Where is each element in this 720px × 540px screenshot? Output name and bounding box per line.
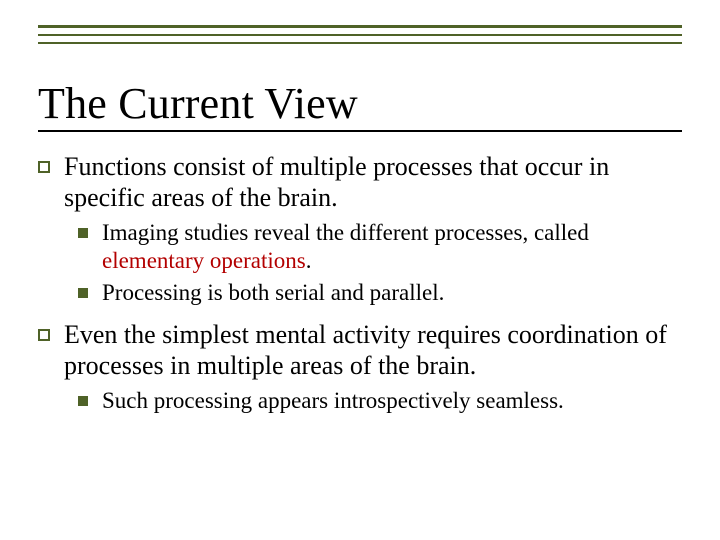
filled-square-icon xyxy=(78,396,88,406)
rule-line xyxy=(38,34,682,36)
emphasis-text: elementary operations xyxy=(102,248,306,273)
list-item: Functions consist of multiple processes … xyxy=(38,152,694,213)
rule-line xyxy=(38,25,682,28)
hollow-square-icon xyxy=(38,161,50,173)
list-item: Imaging studies reveal the different pro… xyxy=(78,219,694,274)
list-item-text: Such processing appears introspectively … xyxy=(102,387,564,415)
filled-square-icon xyxy=(78,288,88,298)
list-item: Such processing appears introspectively … xyxy=(78,387,694,415)
text-run: Imaging studies reveal the different pro… xyxy=(102,220,589,245)
list-item: Even the simplest mental activity requir… xyxy=(38,320,694,381)
text-run: Processing is both serial and parallel. xyxy=(102,280,444,305)
sub-list: Such processing appears introspectively … xyxy=(38,387,694,415)
filled-square-icon xyxy=(78,228,88,238)
title-underline xyxy=(38,130,682,132)
slide: The Current View Functions consist of mu… xyxy=(0,0,720,540)
sub-list: Imaging studies reveal the different pro… xyxy=(38,219,694,306)
text-run: Such processing appears introspectively … xyxy=(102,388,564,413)
slide-title: The Current View xyxy=(38,78,358,129)
list-item: Processing is both serial and parallel. xyxy=(78,279,694,307)
list-item-text: Functions consist of multiple processes … xyxy=(64,152,694,213)
list-item-text: Imaging studies reveal the different pro… xyxy=(102,219,694,274)
header-rules xyxy=(38,25,682,50)
list-item-text: Even the simplest mental activity requir… xyxy=(64,320,694,381)
rule-line xyxy=(38,42,682,44)
list-item-text: Processing is both serial and parallel. xyxy=(102,279,444,307)
text-run: . xyxy=(306,248,312,273)
hollow-square-icon xyxy=(38,329,50,341)
content-area: Functions consist of multiple processes … xyxy=(38,152,694,429)
